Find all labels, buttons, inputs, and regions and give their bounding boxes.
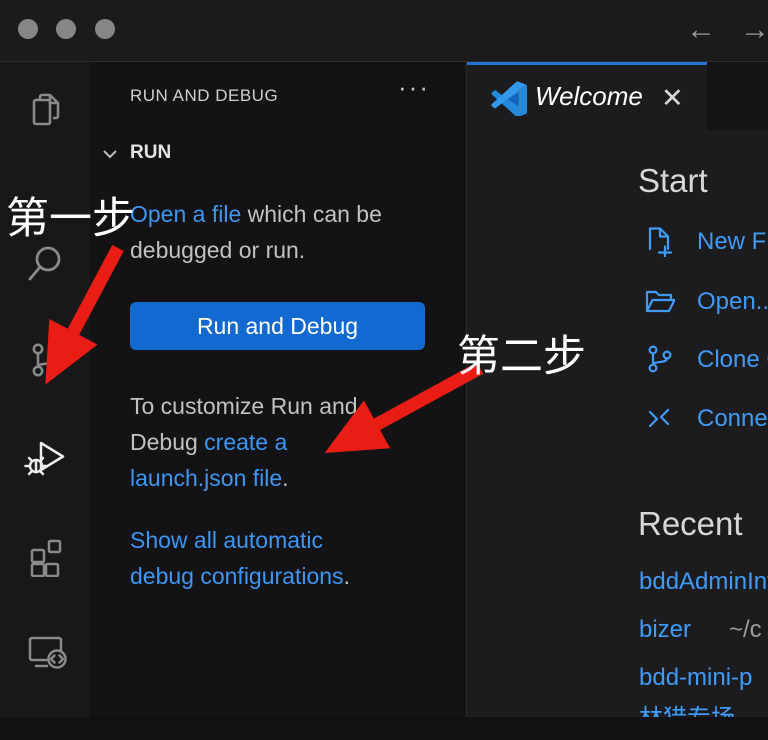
show-debug-configs-link[interactable]: Show all automatic debug configurations — [130, 527, 344, 589]
source-control-icon[interactable] — [23, 338, 67, 382]
recent-item-path: ~/c — [729, 616, 762, 644]
remote-explorer-icon[interactable] — [23, 628, 67, 672]
panel-title: RUN AND DEBUG — [130, 86, 278, 106]
open-file-hint-text: Open a file which can be debugged or run… — [130, 196, 392, 268]
annotation-step1: 第一步 — [6, 184, 135, 246]
vscode-window: ← → — [0, 0, 768, 740]
tab-title: Welcome — [535, 81, 643, 112]
start-item-connect[interactable]: Connect to... — [643, 402, 768, 436]
explorer-icon[interactable] — [23, 88, 67, 132]
run-and-debug-icon[interactable] — [23, 436, 67, 480]
recent-heading: Recent — [638, 505, 743, 543]
nav-back-button[interactable]: ← — [686, 10, 716, 50]
editor-area: Welcome ✕ Start New File... — [467, 62, 768, 740]
remote-connect-icon — [643, 402, 675, 434]
nav-forward-button[interactable]: → — [740, 10, 768, 50]
hint-text: . — [344, 563, 350, 589]
run-and-debug-panel: RUN AND DEBUG ··· RUN Open a file which … — [90, 62, 466, 740]
title-bar: ← → — [0, 0, 768, 62]
tab-bar-empty-space — [707, 62, 768, 130]
start-item-label: Connect to... — [697, 405, 768, 433]
open-folder-icon — [643, 285, 675, 317]
hint-text: . — [282, 465, 288, 491]
start-heading: Start — [638, 162, 708, 200]
chevron-down-icon[interactable] — [102, 148, 118, 160]
start-item-label: Clone Git Repository... — [697, 346, 768, 374]
search-icon[interactable] — [23, 243, 67, 287]
clone-repository-icon — [643, 343, 675, 375]
recent-item[interactable]: bddAdminInfo — [639, 568, 768, 596]
vscode-logo-icon — [491, 80, 527, 116]
annotation-step2: 第二步 — [457, 322, 586, 384]
tab-welcome[interactable]: Welcome ✕ — [467, 62, 707, 132]
new-file-icon — [643, 225, 675, 257]
recent-item[interactable]: bizer — [639, 616, 691, 644]
window-bottom-edge — [0, 717, 768, 740]
window-close-button[interactable] — [18, 19, 38, 39]
recent-item[interactable]: bdd-mini-p — [639, 664, 752, 692]
start-item-open[interactable]: Open... — [643, 285, 768, 319]
start-item-label: New File... — [697, 228, 768, 256]
open-a-file-link[interactable]: Open a file — [130, 201, 241, 227]
start-item-clone[interactable]: Clone Git Repository... — [643, 343, 768, 377]
customize-hint-text: To customize Run and Debug create a laun… — [130, 388, 392, 496]
start-item-label: Open... — [697, 288, 768, 316]
window-zoom-button[interactable] — [95, 19, 115, 39]
window-minimize-button[interactable] — [56, 19, 76, 39]
show-configs-text: Show all automatic debug configurations. — [130, 522, 392, 594]
tab-close-icon[interactable]: ✕ — [661, 83, 684, 114]
run-section-header[interactable]: RUN — [130, 142, 171, 164]
start-item-new-file[interactable]: New File... — [643, 225, 768, 259]
extensions-icon[interactable] — [23, 533, 67, 577]
run-and-debug-button[interactable]: Run and Debug — [130, 302, 425, 350]
activity-bar — [0, 62, 90, 740]
more-actions-button[interactable]: ··· — [398, 72, 430, 103]
